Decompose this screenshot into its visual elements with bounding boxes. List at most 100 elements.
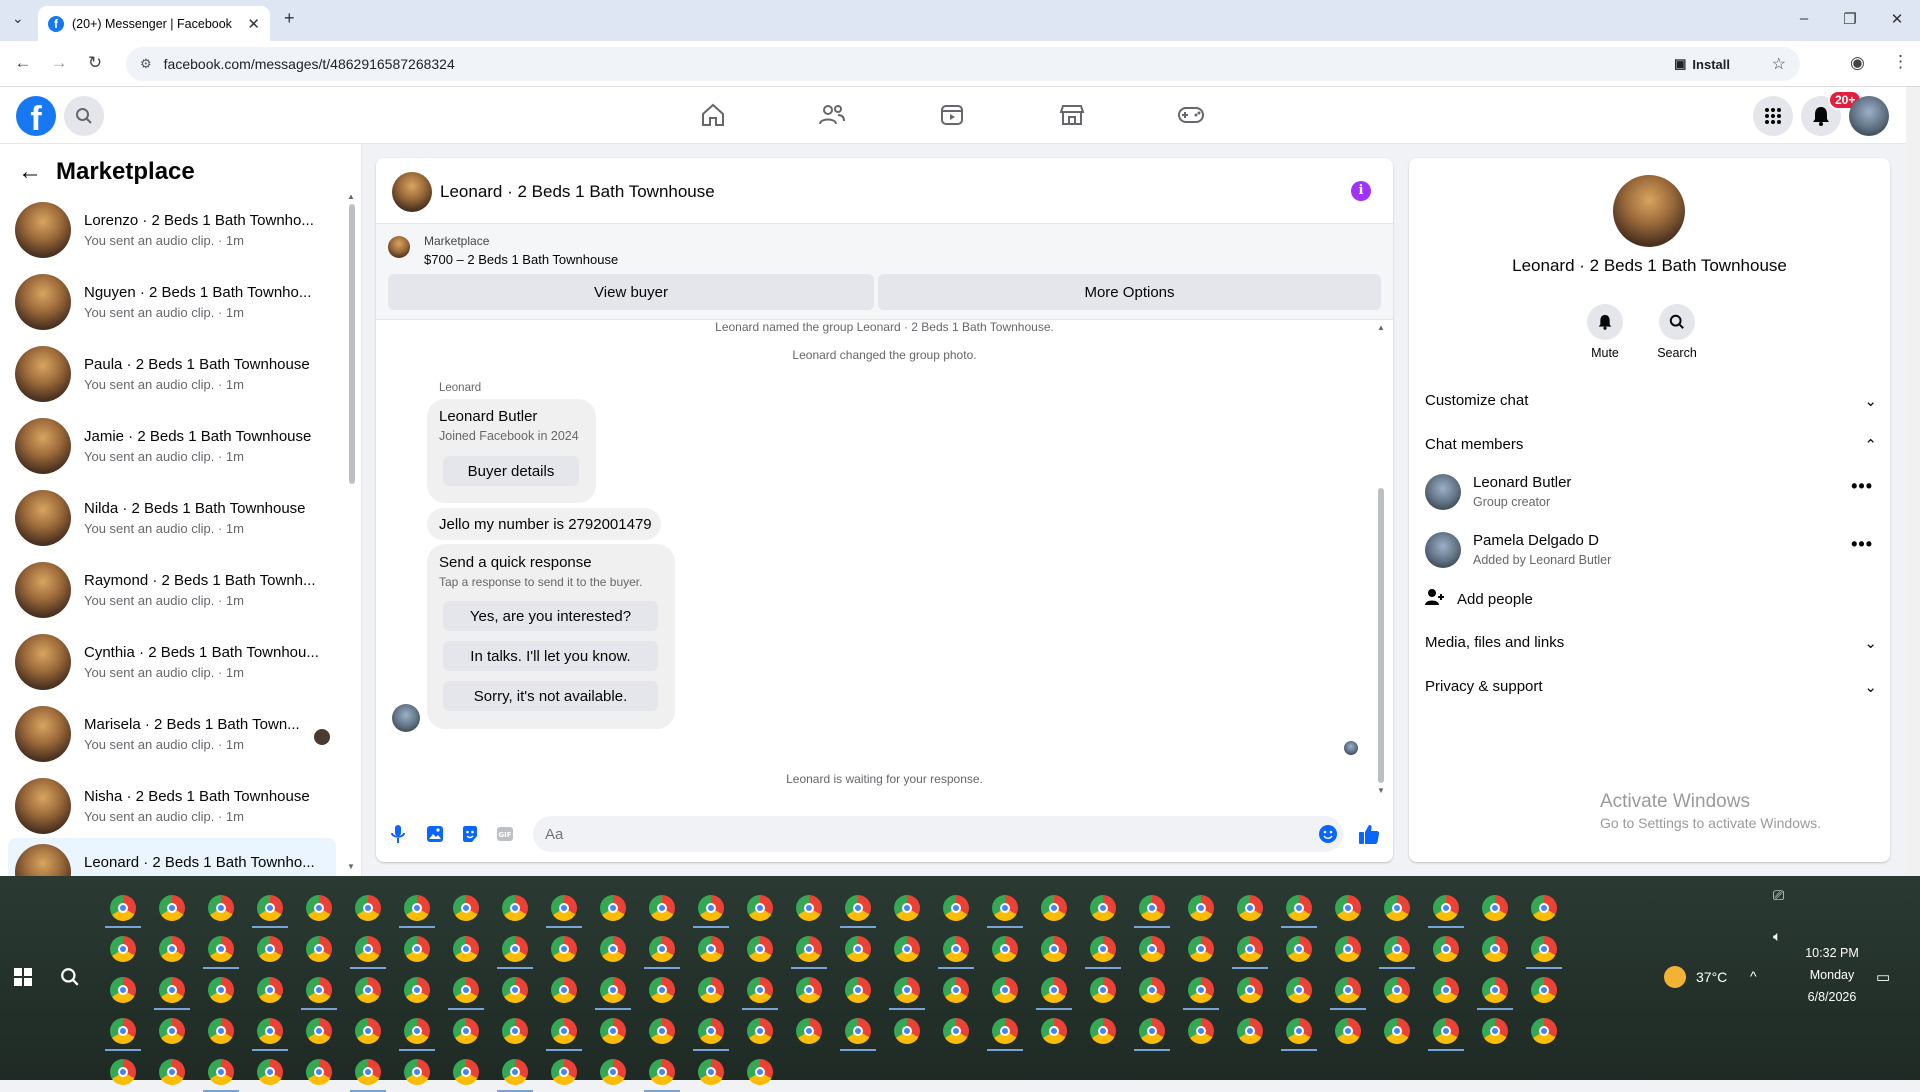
chrome-window-taskbar-icon[interactable] [1531,895,1557,921]
media-files-section[interactable]: Media, files and links ⌄ [1425,634,1877,652]
show-hidden-icons-chevron-icon[interactable]: ^ [1750,968,1757,984]
like-thumb-icon[interactable] [1358,823,1380,845]
chrome-window-taskbar-icon[interactable] [208,895,234,921]
mute-action[interactable]: Mute [1565,304,1645,360]
chrome-window-taskbar-icon[interactable] [306,895,332,921]
chrome-window-taskbar-icon[interactable] [355,936,381,962]
chrome-window-taskbar-icon[interactable] [1531,936,1557,962]
microphone-icon[interactable] [387,823,409,845]
chrome-window-taskbar-icon[interactable] [894,977,920,1003]
photo-icon[interactable] [424,823,446,845]
chrome-window-taskbar-icon[interactable] [747,977,773,1003]
chrome-window-taskbar-icon[interactable] [355,1059,381,1085]
chat-scroll-down-icon[interactable]: ▼ [1377,786,1385,795]
chrome-window-taskbar-icon[interactable] [1188,1018,1214,1044]
info-icon[interactable]: i [1351,181,1371,201]
more-options-button[interactable]: More Options [878,274,1381,310]
taskbar-search-icon[interactable] [60,967,80,992]
conversation-item[interactable]: Nilda · 2 Beds 1 Bath Townhouse You sent … [8,484,336,552]
buyer-details-button[interactable]: Buyer details [443,456,579,486]
chrome-window-taskbar-icon[interactable] [747,1018,773,1044]
chrome-window-taskbar-icon[interactable] [1090,895,1116,921]
more-options-icon[interactable]: ••• [1851,476,1873,497]
member-row[interactable]: Leonard Butler Group creator ••• [1425,470,1877,518]
quick-reply-in-talks[interactable]: In talks. I'll let you know. [443,641,658,671]
weather-widget[interactable]: 37°C [1664,966,1727,988]
account-avatar[interactable] [1849,96,1889,136]
forward-icon[interactable]: → [48,53,70,73]
chrome-window-taskbar-icon[interactable] [747,936,773,962]
chrome-window-taskbar-icon[interactable] [943,936,969,962]
chrome-window-taskbar-icon[interactable] [845,895,871,921]
chrome-window-taskbar-icon[interactable] [257,1018,283,1044]
chrome-window-taskbar-icon[interactable] [551,1059,577,1085]
chrome-window-taskbar-icon[interactable] [992,1018,1018,1044]
chrome-window-taskbar-icon[interactable] [894,936,920,962]
group-avatar[interactable] [1613,175,1685,247]
chrome-window-taskbar-icon[interactable] [649,936,675,962]
chrome-window-taskbar-icon[interactable] [1335,895,1361,921]
conversation-item[interactable]: Marisela · 2 Beds 1 Bath Town... You sent… [8,700,336,768]
chrome-window-taskbar-icon[interactable] [600,1059,626,1085]
back-icon[interactable]: ← [12,53,34,73]
close-tab-icon[interactable]: ✕ [247,15,260,33]
chrome-window-taskbar-icon[interactable] [502,936,528,962]
windows-start-icon[interactable] [14,968,32,991]
chrome-window-taskbar-icon[interactable] [1482,977,1508,1003]
chrome-window-taskbar-icon[interactable] [796,895,822,921]
new-tab-icon[interactable]: + [284,8,295,29]
chrome-window-taskbar-icon[interactable] [1139,936,1165,962]
search-icon[interactable] [64,96,104,136]
chrome-window-taskbar-icon[interactable] [551,1018,577,1044]
view-buyer-button[interactable]: View buyer [388,274,874,310]
customize-chat-section[interactable]: Customize chat ⌄ [1425,392,1877,410]
chrome-window-taskbar-icon[interactable] [1090,977,1116,1003]
more-options-icon[interactable]: ••• [1851,534,1873,555]
chrome-window-taskbar-icon[interactable] [698,895,724,921]
chrome-window-taskbar-icon[interactable] [159,1018,185,1044]
chrome-window-taskbar-icon[interactable] [110,977,136,1003]
chrome-window-taskbar-icon[interactable] [355,1018,381,1044]
quick-reply-interested[interactable]: Yes, are you interested? [443,601,658,631]
chrome-window-taskbar-icon[interactable] [1433,977,1459,1003]
chrome-window-taskbar-icon[interactable] [992,895,1018,921]
chat-scroll-up-icon[interactable]: ▲ [1377,323,1385,332]
search-action[interactable]: Search [1637,304,1717,360]
conversation-item[interactable]: Paula · 2 Beds 1 Bath Townhouse You sent … [8,340,336,408]
chrome-window-taskbar-icon[interactable] [894,1018,920,1044]
chrome-window-taskbar-icon[interactable] [208,977,234,1003]
chrome-window-taskbar-icon[interactable] [845,936,871,962]
chrome-window-taskbar-icon[interactable] [649,1018,675,1044]
chrome-window-taskbar-icon[interactable] [600,1018,626,1044]
network-icon[interactable]: ⎚ [1773,887,1784,904]
chrome-window-taskbar-icon[interactable] [502,895,528,921]
chrome-window-taskbar-icon[interactable] [1139,1018,1165,1044]
conversation-item[interactable]: Lorenzo · 2 Beds 1 Bath Townho... You sen… [8,196,336,264]
chrome-window-taskbar-icon[interactable] [257,1059,283,1085]
chrome-window-taskbar-icon[interactable] [110,936,136,962]
chrome-window-taskbar-icon[interactable] [1286,895,1312,921]
notifications-center-icon[interactable]: ▭ [1876,968,1890,986]
chrome-window-taskbar-icon[interactable] [1384,895,1410,921]
chrome-window-taskbar-icon[interactable] [600,895,626,921]
chrome-window-taskbar-icon[interactable] [404,1018,430,1044]
chrome-window-taskbar-icon[interactable] [159,895,185,921]
chrome-window-taskbar-icon[interactable] [1237,936,1263,962]
chrome-window-taskbar-icon[interactable] [845,977,871,1003]
chrome-window-taskbar-icon[interactable] [404,895,430,921]
chrome-window-taskbar-icon[interactable] [306,977,332,1003]
chrome-window-taskbar-icon[interactable] [1041,895,1067,921]
listing-title[interactable]: $700 – 2 Beds 1 Bath Townhouse [424,252,618,267]
back-arrow-icon[interactable]: ← [18,158,42,186]
chrome-window-taskbar-icon[interactable] [845,1018,871,1044]
chrome-window-taskbar-icon[interactable] [502,1059,528,1085]
conversation-item[interactable]: Raymond · 2 Beds 1 Bath Townh... You sent… [8,556,336,624]
chrome-window-taskbar-icon[interactable] [110,1059,136,1085]
chrome-window-taskbar-icon[interactable] [1482,895,1508,921]
chrome-window-taskbar-icon[interactable] [306,1018,332,1044]
chrome-window-taskbar-icon[interactable] [208,1059,234,1085]
chrome-window-taskbar-icon[interactable] [1090,1018,1116,1044]
chrome-window-taskbar-icon[interactable] [747,1059,773,1085]
chrome-window-taskbar-icon[interactable] [1188,895,1214,921]
member-row[interactable]: Pamela Delgado D Added by Leonard Butler… [1425,528,1877,576]
